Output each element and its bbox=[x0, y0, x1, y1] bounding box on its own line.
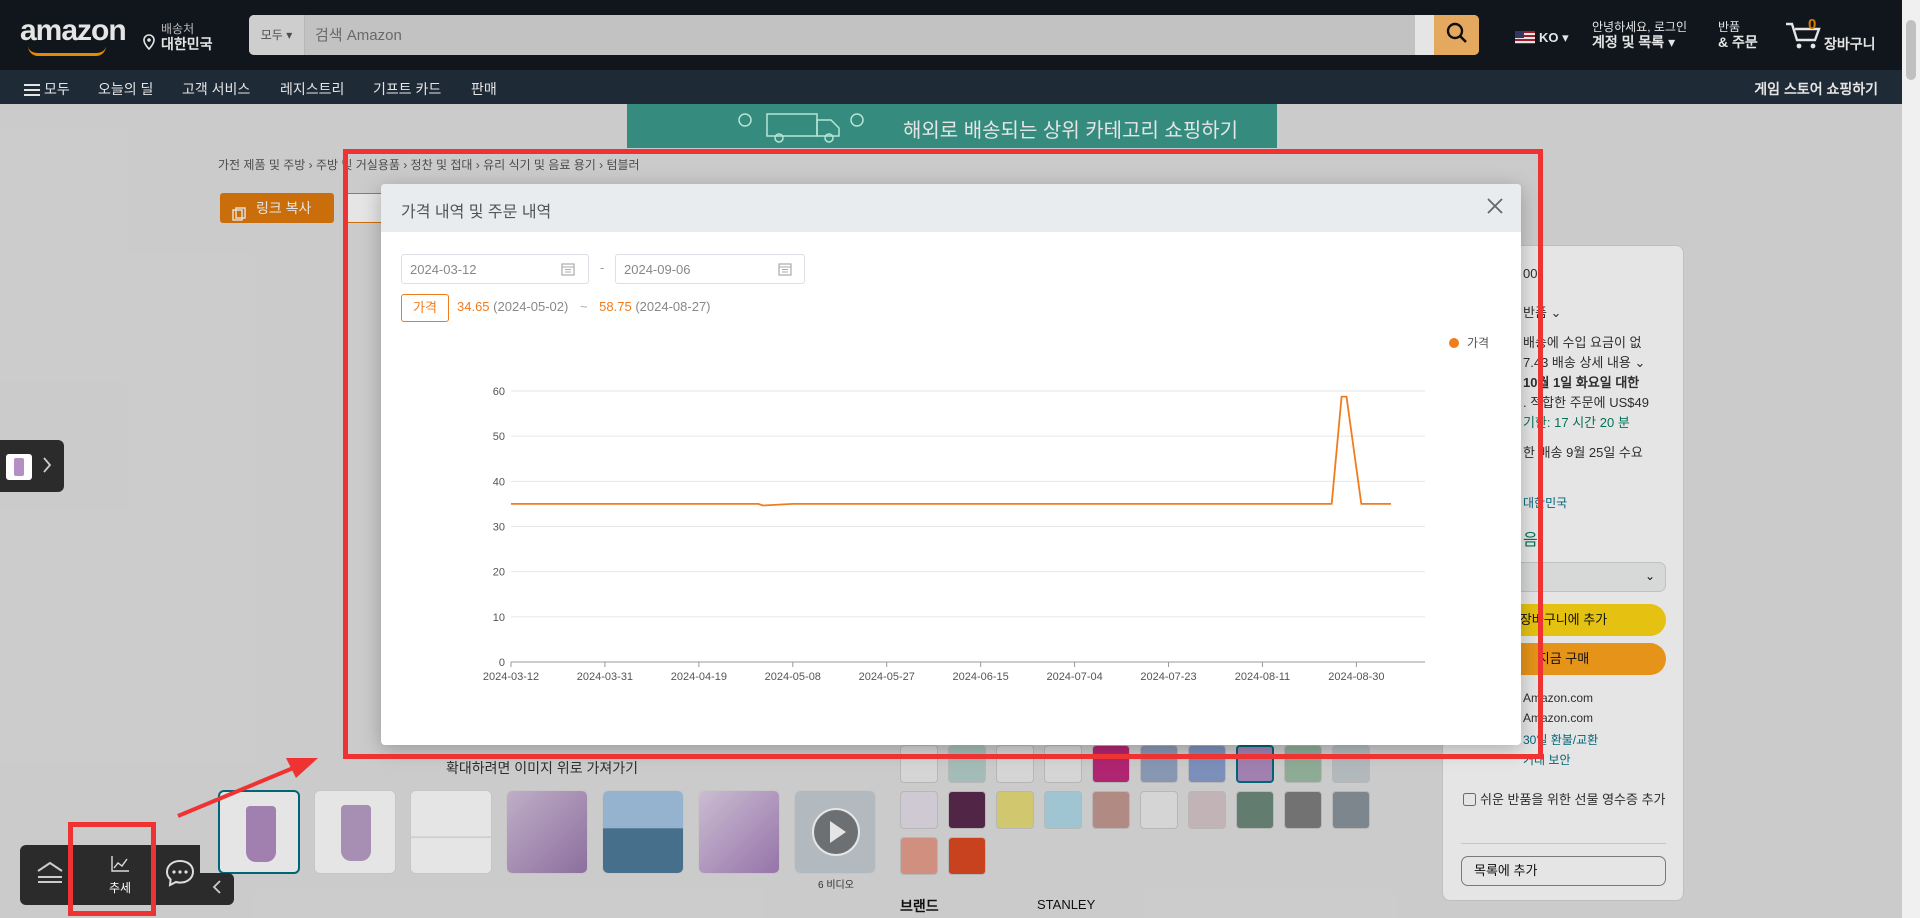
chevron-left-icon bbox=[212, 879, 222, 900]
chevron-right-icon bbox=[42, 456, 52, 479]
scrollbar-thumb[interactable] bbox=[1906, 20, 1916, 80]
page-scrollbar[interactable] bbox=[1902, 0, 1920, 918]
chat-button[interactable] bbox=[160, 845, 200, 905]
product-mini-thumbnail bbox=[6, 454, 32, 480]
annotation-highlight-modal bbox=[343, 149, 1543, 759]
home-icon bbox=[36, 861, 64, 890]
chat-icon bbox=[165, 859, 195, 892]
side-product-widget[interactable] bbox=[0, 440, 64, 492]
collapse-button[interactable] bbox=[200, 873, 234, 905]
annotation-highlight-trend bbox=[68, 822, 156, 916]
